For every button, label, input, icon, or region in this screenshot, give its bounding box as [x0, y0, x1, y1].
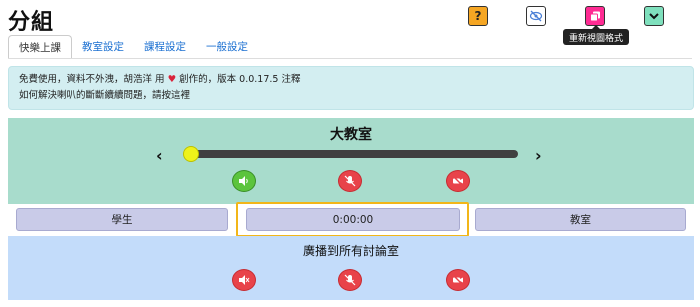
- speaker-help-link[interactable]: 如何解決喇叭的斷斷續續問題，請按這裡: [19, 88, 683, 104]
- heart-icon: ♥: [167, 74, 177, 85]
- eye-slash-icon: [529, 10, 543, 22]
- camera-off-button[interactable]: [446, 170, 470, 192]
- camera-off-icon: [452, 274, 464, 286]
- notice-line-1: 免費使用，資料不外洩，胡浩洋 用 ♥ 創作的，版本 0.0.17.5 注釋: [19, 72, 683, 88]
- notice-line-1-prefix: 免費使用，資料不外洩，胡浩洋 用: [19, 74, 165, 85]
- notice-line-1-suffix[interactable]: 創作的，版本 0.0.17.5 注釋: [179, 74, 300, 85]
- tab-bar: 快樂上課 教室設定 課程設定 一般設定: [8, 35, 258, 59]
- prev-room-button[interactable]: ‹: [156, 146, 163, 165]
- question-icon: ?: [474, 9, 482, 23]
- mic-off-button[interactable]: [338, 170, 362, 192]
- mic-off-icon: [344, 274, 356, 286]
- timer-button[interactable]: 0:00:00: [246, 208, 460, 231]
- chevron-down-icon: [649, 13, 659, 20]
- broadcast-speaker-off-button[interactable]: [232, 269, 256, 291]
- tab-classroom-settings[interactable]: 教室設定: [72, 35, 134, 59]
- broadcast-mic-off-button[interactable]: [338, 269, 362, 291]
- copy-icon: [589, 11, 600, 21]
- collapse-button[interactable]: [644, 6, 664, 26]
- classroom-button[interactable]: 教室: [475, 208, 686, 231]
- camera-off-icon: [452, 175, 464, 187]
- help-button[interactable]: ?: [468, 6, 488, 26]
- room-slider-thumb[interactable]: [183, 146, 199, 162]
- tab-general-settings[interactable]: 一般設定: [196, 35, 258, 59]
- notice-box: 免費使用，資料不外洩，胡浩洋 用 ♥ 創作的，版本 0.0.17.5 注釋 如何…: [8, 66, 694, 110]
- page-title: 分組: [8, 10, 55, 35]
- room-title: 大教室: [330, 127, 372, 143]
- broadcast-camera-off-button[interactable]: [446, 269, 470, 291]
- reset-view-button[interactable]: [585, 6, 605, 26]
- speaker-on-button[interactable]: [232, 170, 256, 192]
- toggle-visibility-button[interactable]: [526, 6, 546, 26]
- volume-icon: [239, 176, 248, 186]
- tooltip: 重新視圖格式: [563, 25, 629, 45]
- room-slider-track[interactable]: [185, 150, 518, 158]
- volume-off-icon: [239, 275, 250, 285]
- tab-divider: [8, 58, 692, 59]
- student-button[interactable]: 學生: [16, 208, 228, 231]
- next-room-button[interactable]: ›: [535, 146, 542, 165]
- mic-off-icon: [344, 175, 356, 187]
- tab-course-settings[interactable]: 課程設定: [134, 35, 196, 59]
- tab-happy-class[interactable]: 快樂上課: [8, 35, 72, 59]
- broadcast-title: 廣播到所有討論室: [302, 244, 399, 258]
